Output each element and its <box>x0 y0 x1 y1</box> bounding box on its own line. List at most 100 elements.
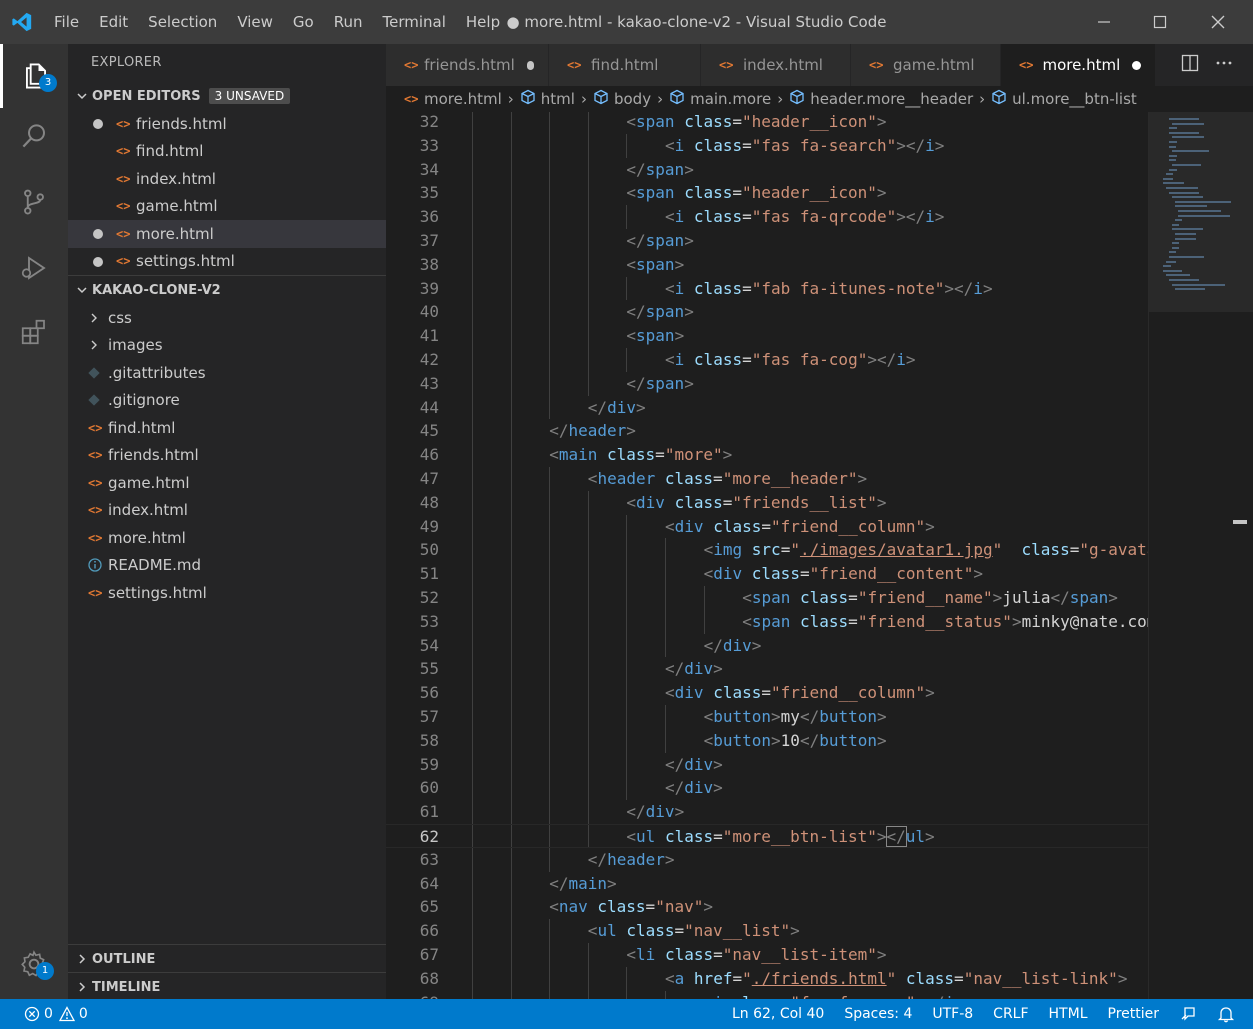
extensions-icon[interactable] <box>0 300 68 364</box>
file-item[interactable]: <> friends.html <box>68 442 386 470</box>
folder-item[interactable]: images <box>68 332 386 360</box>
unsaved-dot-icon[interactable] <box>93 229 103 239</box>
open-editors-header[interactable]: OPEN EDITORS 3 UNSAVED <box>68 82 386 110</box>
code-line[interactable]: 49 <div class="friend__column"> <box>386 514 1148 539</box>
code-editor[interactable]: 32 <span class="header__icon"> 33 <i class=… <box>386 112 1148 999</box>
code-line[interactable]: 39 <i class="fab fa-itunes-note"></i> <box>386 276 1148 301</box>
code-line[interactable]: 50 <img src="./images/avatar1.jpg" class=… <box>386 538 1148 563</box>
menu-help[interactable]: Help <box>456 0 510 44</box>
cursor-position[interactable]: Ln 62, Col 40 <box>722 999 834 1029</box>
breadcrumb-item[interactable]: body <box>593 89 651 109</box>
code-line[interactable]: 62 <ul class="more__btn-list"></ul> <box>386 824 1148 848</box>
code-line[interactable]: 61 </div> <box>386 800 1148 824</box>
timeline-header[interactable]: TIMELINE <box>68 973 386 1001</box>
menu-terminal[interactable]: Terminal <box>373 0 456 44</box>
more-actions-icon[interactable] <box>1215 54 1233 76</box>
tab-more-html[interactable]: <> more.html <box>1001 44 1156 86</box>
code-line[interactable]: 57 <button>my</button> <box>386 705 1148 729</box>
file-item[interactable]: README.md <box>68 552 386 580</box>
open-editor-item[interactable]: <> friends.html <box>68 110 386 138</box>
source-control-icon[interactable] <box>0 170 68 234</box>
project-header[interactable]: KAKAO-CLONE-V2 <box>68 276 386 304</box>
line-ending[interactable]: CRLF <box>983 999 1038 1029</box>
code-line[interactable]: 48 <div class="friends__list"> <box>386 490 1148 515</box>
run-debug-icon[interactable] <box>0 236 68 300</box>
problems-indicator[interactable]: 0 0 <box>0 999 98 1029</box>
notifications-bell-icon[interactable] <box>1207 999 1253 1029</box>
code-line[interactable]: 67 <li class="nav__list-item"> <box>386 943 1148 967</box>
unsaved-dot-icon[interactable] <box>1132 60 1141 70</box>
file-item[interactable]: <> settings.html <box>68 579 386 607</box>
code-line[interactable]: 59 </div> <box>386 752 1148 777</box>
close-icon[interactable] <box>1189 0 1247 44</box>
code-line[interactable]: 40 </span> <box>386 300 1148 325</box>
code-line[interactable]: 60 </div> <box>386 776 1148 801</box>
folder-item[interactable]: css <box>68 304 386 332</box>
menu-run[interactable]: Run <box>324 0 373 44</box>
open-editor-item[interactable]: <> find.html <box>68 138 386 166</box>
code-line[interactable]: 43 </span> <box>386 371 1148 396</box>
explorer-icon[interactable]: 3 <box>0 44 68 108</box>
feedback-icon[interactable] <box>1169 999 1207 1029</box>
code-line[interactable]: 51 <div class="friend__content"> <box>386 562 1148 586</box>
menu-view[interactable]: View <box>227 0 283 44</box>
code-line[interactable]: 68 <a href="./friends.html" class="nav__l… <box>386 966 1148 991</box>
breadcrumb-item[interactable]: header.more__header <box>789 89 973 109</box>
file-item[interactable]: <> more.html <box>68 524 386 552</box>
menu-file[interactable]: File <box>44 0 89 44</box>
open-editor-item[interactable]: <> more.html <box>68 220 386 248</box>
file-item[interactable]: <> find.html <box>68 414 386 442</box>
search-icon[interactable] <box>0 104 68 168</box>
code-line[interactable]: 37 </span> <box>386 229 1148 253</box>
tab-find-html[interactable]: <> find.html <box>549 44 701 86</box>
code-line[interactable]: 47 <header class="more__header"> <box>386 467 1148 491</box>
code-line[interactable]: 58 <button>10</button> <box>386 728 1148 753</box>
breadcrumb-item[interactable]: main.more <box>669 89 771 109</box>
menu-go[interactable]: Go <box>283 0 324 44</box>
code-line[interactable]: 52 <span class="friend__name">julia</span… <box>386 586 1148 610</box>
file-item[interactable]: <> game.html <box>68 469 386 497</box>
open-editor-item[interactable]: <> game.html <box>68 193 386 221</box>
minimap-slider[interactable] <box>1149 112 1253 312</box>
code-line[interactable]: 42 <i class="fas fa-cog"></i> <box>386 348 1148 372</box>
code-line[interactable]: 32 <span class="header__icon"> <box>386 112 1148 134</box>
outline-header[interactable]: OUTLINE <box>68 945 386 973</box>
file-item[interactable]: .gitignore <box>68 387 386 415</box>
language-mode[interactable]: HTML <box>1039 999 1098 1029</box>
code-line[interactable]: 63 </header> <box>386 847 1148 872</box>
settings-gear-icon[interactable]: 1 <box>0 932 68 996</box>
unsaved-dot-icon[interactable] <box>93 256 103 267</box>
file-item[interactable]: <> index.html <box>68 497 386 525</box>
indentation[interactable]: Spaces: 4 <box>834 999 922 1029</box>
open-editor-item[interactable]: <> index.html <box>68 165 386 193</box>
code-line[interactable]: 56 <div class="friend__column"> <box>386 681 1148 705</box>
code-line[interactable]: 36 <i class="fas fa-qrcode"></i> <box>386 205 1148 229</box>
tab-friends-html[interactable]: <> friends.html <box>386 44 549 86</box>
minimize-icon[interactable] <box>1075 0 1133 44</box>
code-line[interactable]: 34 </span> <box>386 157 1148 182</box>
code-line[interactable]: 46 <main class="more"> <box>386 443 1148 467</box>
breadcrumb-item[interactable]: <> more.html <box>404 90 502 108</box>
code-line[interactable]: 65 <nav class="nav"> <box>386 895 1148 920</box>
code-line[interactable]: 33 <i class="fas fa-search"></i> <box>386 133 1148 158</box>
tab-index-html[interactable]: <> index.html <box>701 44 851 86</box>
code-line[interactable]: 69 <i class="fas fa-user"></i> <box>386 990 1148 999</box>
code-line[interactable]: 35 <span class="header__icon"> <box>386 181 1148 206</box>
code-line[interactable]: 41 <span> <box>386 324 1148 348</box>
menu-edit[interactable]: Edit <box>89 0 138 44</box>
file-item[interactable]: .gitattributes <box>68 359 386 387</box>
unsaved-dot-icon[interactable] <box>93 119 103 129</box>
maximize-icon[interactable] <box>1131 0 1189 44</box>
code-line[interactable]: 64 </main> <box>386 871 1148 896</box>
code-line[interactable]: 45 </header> <box>386 419 1148 444</box>
code-line[interactable]: 38 <span> <box>386 252 1148 277</box>
formatter[interactable]: Prettier <box>1098 999 1170 1029</box>
code-line[interactable]: 53 <span class="friend__status">minky@nat… <box>386 609 1148 634</box>
code-line[interactable]: 54 </div> <box>386 633 1148 658</box>
breadcrumb-item[interactable]: html <box>520 89 575 109</box>
breadcrumb-item[interactable]: ul.more__btn-list <box>991 89 1137 109</box>
unsaved-dot-icon[interactable] <box>526 60 534 70</box>
tab-game-html[interactable]: <> game.html <box>851 44 1001 86</box>
code-line[interactable]: 55 </div> <box>386 657 1148 682</box>
code-line[interactable]: 44 </div> <box>386 395 1148 420</box>
